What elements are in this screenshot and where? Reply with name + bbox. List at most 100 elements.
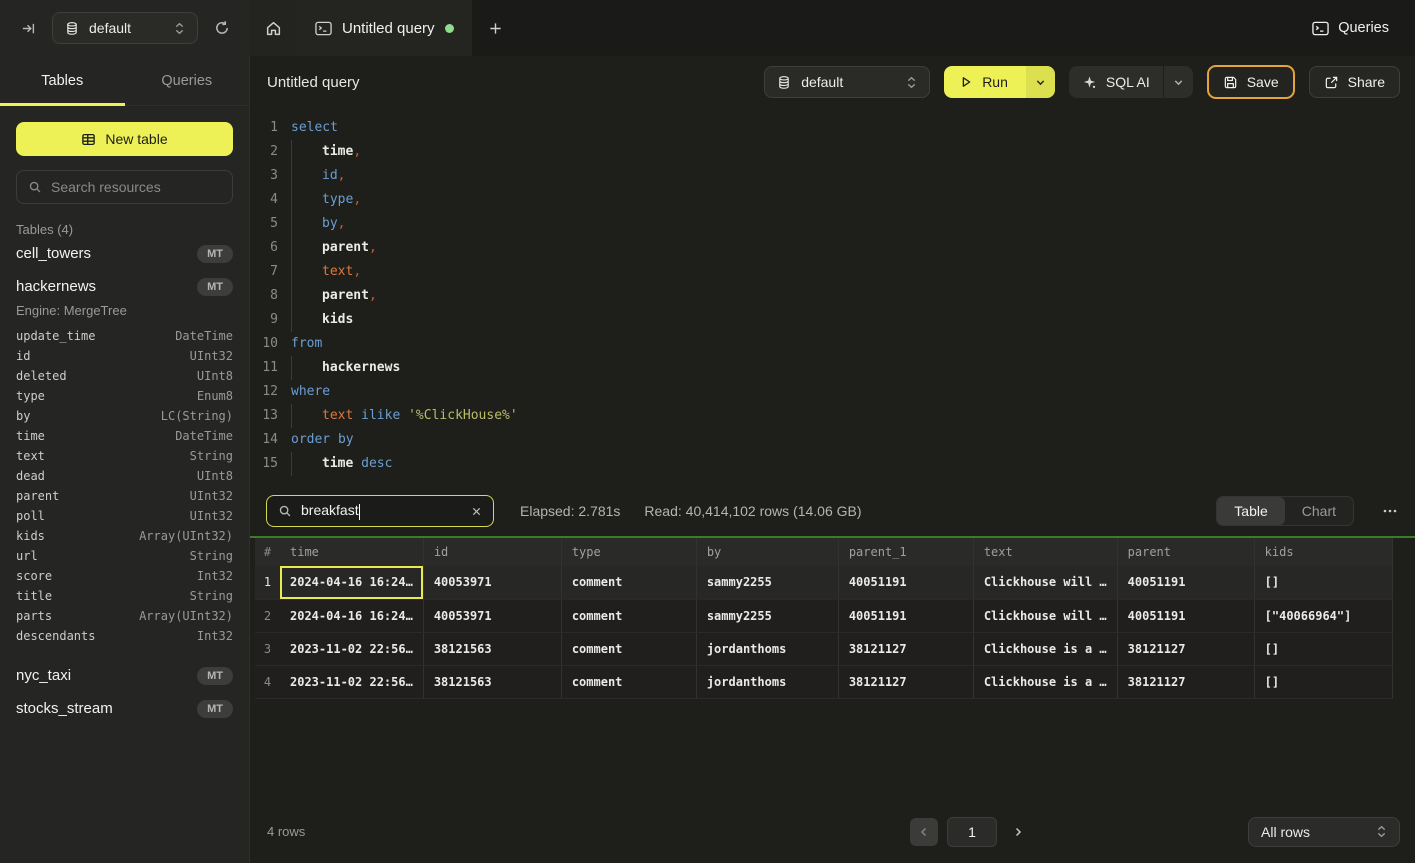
column-header-type[interactable]: type [561, 538, 696, 566]
sql-editor[interactable]: 1select2time,3id,4type,5by,6parent,7text… [250, 108, 1415, 486]
column-header-time[interactable]: time [280, 538, 423, 566]
current-page-box[interactable]: 1 [947, 817, 997, 847]
column-header-kids[interactable]: kids [1254, 538, 1392, 566]
tables-list: cell_towersMThackernewsMTEngine: MergeTr… [16, 237, 233, 725]
table-cell[interactable]: ["40066964"] [1254, 599, 1392, 632]
tab-untitled-query[interactable]: Untitled query [297, 0, 473, 56]
table-cell[interactable]: [] [1254, 665, 1392, 698]
row-number[interactable]: 3 [255, 632, 280, 665]
table-cell[interactable]: sammy2255 [696, 599, 838, 632]
run-button[interactable]: Run [944, 66, 1026, 98]
column-row: textString [16, 449, 233, 469]
table-cell[interactable]: 2024-04-16 16:24… [280, 566, 423, 599]
column-type: UInt32 [190, 349, 233, 369]
table-cell[interactable]: jordanthoms [696, 632, 838, 665]
view-toggle-table[interactable]: Table [1217, 497, 1284, 525]
table-cell[interactable]: comment [561, 665, 696, 698]
next-page-button[interactable] [1006, 818, 1030, 846]
save-button[interactable]: Save [1207, 65, 1295, 99]
table-cell[interactable]: Clickhouse will … [973, 566, 1117, 599]
column-header-id[interactable]: id [423, 538, 561, 566]
toolbar-database-selector[interactable]: default [764, 66, 930, 98]
table-cell[interactable]: 40051191 [1117, 566, 1254, 599]
clear-filter-button[interactable] [471, 506, 482, 517]
sparkles-icon [1082, 75, 1097, 90]
database-icon [65, 21, 79, 36]
table-cell[interactable]: comment [561, 599, 696, 632]
view-toggle-chart[interactable]: Chart [1285, 497, 1353, 525]
table-cell[interactable]: 2023-11-02 22:56… [280, 665, 423, 698]
table-name: stocks_stream [16, 700, 113, 717]
table-cell[interactable]: 38121127 [1117, 665, 1254, 698]
share-button-label: Share [1348, 74, 1385, 90]
prev-page-button[interactable] [910, 818, 938, 846]
table-cell[interactable]: [] [1254, 632, 1392, 665]
column-name: kids [16, 529, 45, 549]
table-cell[interactable]: Clickhouse will … [973, 599, 1117, 632]
table-cell[interactable]: 40051191 [838, 599, 973, 632]
row-number[interactable]: 2 [255, 599, 280, 632]
editor-line: 5by, [250, 212, 1415, 236]
table-item-stocks_stream[interactable]: stocks_streamMT [16, 692, 233, 725]
column-header-parent[interactable]: parent [1117, 538, 1254, 566]
table-cell[interactable]: [] [1254, 566, 1392, 599]
table-cell[interactable]: 2023-11-02 22:56… [280, 632, 423, 665]
table-cell[interactable]: Clickhouse is a … [973, 632, 1117, 665]
table-cell[interactable]: comment [561, 566, 696, 599]
column-header-text[interactable]: text [973, 538, 1117, 566]
sidebar-search-input[interactable]: Search resources [16, 170, 233, 204]
table-cell[interactable]: jordanthoms [696, 665, 838, 698]
home-button[interactable] [250, 0, 297, 56]
page-size-selector[interactable]: All rows [1248, 817, 1400, 847]
results-filter-input[interactable]: breakfast [266, 495, 494, 527]
table-item-cell_towers[interactable]: cell_towersMT [16, 237, 233, 270]
row-number[interactable]: 1 [255, 566, 280, 599]
engine-badge: MT [197, 278, 233, 296]
collapse-sidebar-button[interactable] [14, 14, 42, 42]
table-cell[interactable]: 40051191 [1117, 599, 1254, 632]
share-button[interactable]: Share [1309, 66, 1400, 98]
table-cell[interactable]: 38121127 [1117, 632, 1254, 665]
run-options-button[interactable] [1026, 66, 1055, 98]
column-header-parent_1[interactable]: parent_1 [838, 538, 973, 566]
table-cell[interactable]: 38121127 [838, 665, 973, 698]
table-cell[interactable]: sammy2255 [696, 566, 838, 599]
table-cell[interactable]: 2024-04-16 16:24… [280, 599, 423, 632]
database-selector[interactable]: default [52, 12, 198, 44]
column-name: score [16, 569, 52, 589]
more-options-button[interactable] [1380, 504, 1400, 518]
table-header-row: #timeidtypebyparent_1textparentkids [255, 538, 1392, 566]
refresh-button[interactable] [208, 14, 236, 42]
column-name: deleted [16, 369, 67, 389]
sidebar-tab-queries[interactable]: Queries [125, 56, 250, 105]
table-cell[interactable]: 40053971 [423, 599, 561, 632]
table-cell[interactable]: 38121563 [423, 665, 561, 698]
column-header-num[interactable]: # [255, 538, 280, 566]
table-cell[interactable]: 40053971 [423, 566, 561, 599]
elapsed-stat: Elapsed: 2.781s [520, 503, 620, 519]
sidebar-tab-tables[interactable]: Tables [0, 56, 125, 105]
table-cell[interactable]: 40051191 [838, 566, 973, 599]
table-item-nyc_taxi[interactable]: nyc_taxiMT [16, 659, 233, 692]
table-cell[interactable]: 38121127 [838, 632, 973, 665]
sql-ai-options-button[interactable] [1163, 66, 1193, 98]
column-type: UInt32 [190, 489, 233, 509]
editor-line: 9kids [250, 308, 1415, 332]
queries-button[interactable]: Queries [1312, 0, 1389, 56]
table-cell[interactable]: comment [561, 632, 696, 665]
code-text: where [291, 380, 330, 404]
column-header-by[interactable]: by [696, 538, 838, 566]
new-table-button[interactable]: New table [16, 122, 233, 156]
table-cell[interactable]: Clickhouse is a … [973, 665, 1117, 698]
new-tab-button[interactable] [473, 0, 519, 56]
table-item-hackernews[interactable]: hackernewsMT [16, 270, 233, 303]
editor-line: 15time desc [250, 452, 1415, 476]
line-number: 9 [250, 308, 278, 332]
column-name: dead [16, 469, 45, 489]
table-cell[interactable]: 38121563 [423, 632, 561, 665]
column-row: byLC(String) [16, 409, 233, 429]
column-row: titleString [16, 589, 233, 609]
table-name: nyc_taxi [16, 667, 71, 684]
sql-ai-button[interactable]: SQL AI [1069, 66, 1163, 98]
row-number[interactable]: 4 [255, 665, 280, 698]
